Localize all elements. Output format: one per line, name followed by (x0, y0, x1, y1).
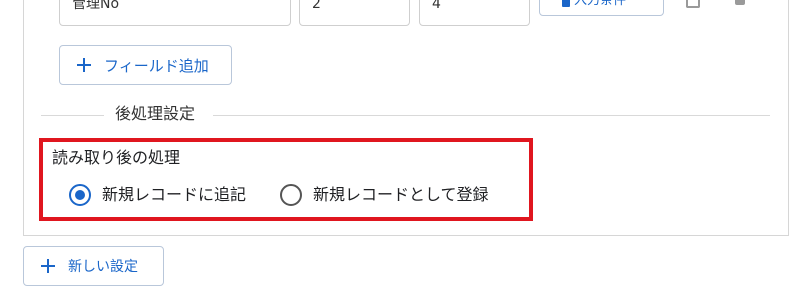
length-input[interactable]: 4 (419, 0, 530, 26)
condition-icon (562, 0, 570, 7)
trash-icon[interactable] (735, 0, 745, 5)
start-position-input[interactable]: 2 (299, 0, 410, 26)
post-processing-label: 読み取り後の処理 (52, 148, 181, 167)
radio-register-new-record[interactable] (280, 184, 302, 206)
field-name-input[interactable]: 管理No (59, 0, 291, 26)
new-setting-label: 新しい設定 (68, 259, 138, 275)
radio-append-record[interactable] (69, 184, 91, 206)
add-field-button[interactable]: フィールド追加 (59, 45, 232, 85)
add-field-label: フィールド追加 (104, 56, 209, 75)
new-setting-button[interactable]: 新しい設定 (23, 246, 164, 286)
section-divider-right (213, 115, 770, 116)
section-divider-left (41, 115, 104, 116)
plus-icon (77, 58, 91, 72)
radio-register-new-record-label[interactable]: 新規レコードとして登録 (313, 183, 489, 207)
input-condition-label: 入力条件 (574, 0, 627, 8)
copy-icon[interactable] (686, 0, 700, 8)
post-processing-section-title: 後処理設定 (115, 104, 196, 123)
input-condition-button[interactable]: 入力条件 (539, 0, 664, 16)
radio-append-record-label[interactable]: 新規レコードに追記 (102, 183, 246, 207)
plus-icon (41, 259, 55, 273)
